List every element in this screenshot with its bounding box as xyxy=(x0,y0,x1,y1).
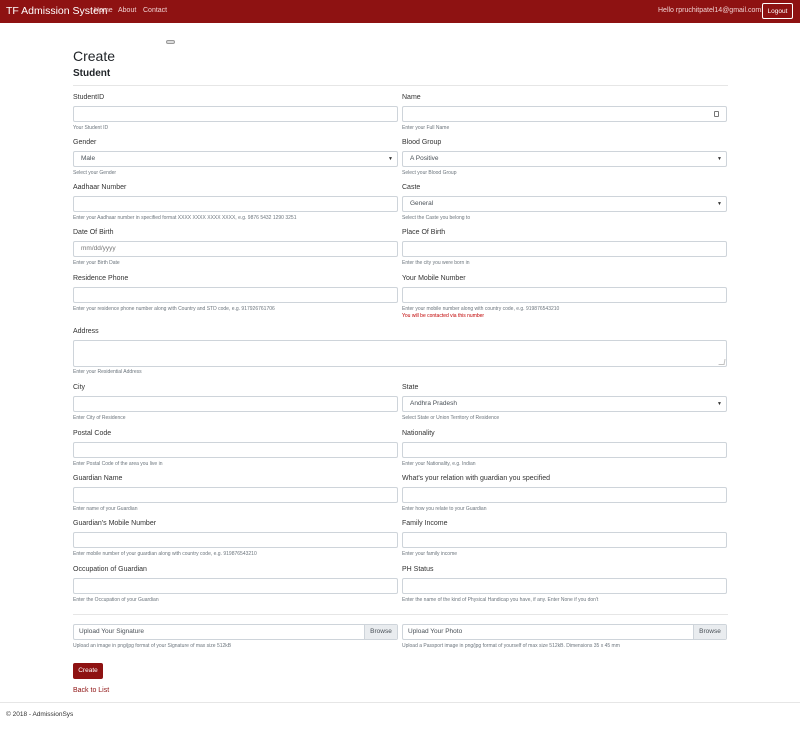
resize-grip-icon[interactable] xyxy=(718,359,726,365)
footer-copyright: © 2018 - AdmissionSys xyxy=(6,711,74,718)
caste-help: Select the Caste you belong to xyxy=(402,215,471,221)
postal-code-input[interactable] xyxy=(73,442,398,458)
guardian-name-label: Guardian Name xyxy=(73,475,123,482)
state-help: Select State or Union Territory of Resid… xyxy=(402,415,500,421)
guardian-mobile-label: Guardian's Mobile Number xyxy=(73,520,157,527)
brand-link[interactable]: TF Admission System xyxy=(6,5,108,17)
caste-selected-value: General xyxy=(410,200,434,207)
city-help: Enter City of Residence xyxy=(73,415,126,421)
guardian-relation-input[interactable] xyxy=(402,487,727,503)
family-income-help: Enter your family income xyxy=(402,551,458,557)
gender-help: Select your Gender xyxy=(73,170,117,176)
photo-upload-help: Upload a Passport image in png/jpg forma… xyxy=(402,643,620,649)
address-help: Enter your Residential Address xyxy=(73,369,142,375)
name-help: Enter your Full Name xyxy=(402,125,450,131)
back-to-list-link[interactable]: Back to List xyxy=(73,687,109,694)
caste-select[interactable]: General ▼ xyxy=(402,196,727,212)
gender-selected-value: Male xyxy=(81,155,96,162)
aadhaar-label: Aadhaar Number xyxy=(73,184,127,191)
residence-phone-help: Enter your residence phone number along … xyxy=(73,306,275,312)
user-greeting-link[interactable]: Hello rpruchitpatel14@gmail.com! xyxy=(658,7,763,14)
page-title: Create xyxy=(73,48,116,64)
chevron-down-icon: ▼ xyxy=(388,156,393,162)
dob-label: Date Of Birth xyxy=(73,229,114,236)
guardian-occupation-input[interactable] xyxy=(73,578,398,594)
mobile-help: Enter your mobile number along with coun… xyxy=(402,306,560,312)
aadhaar-help: Enter your Aadhaar number in specified f… xyxy=(73,215,297,221)
toggle-icon[interactable] xyxy=(166,40,175,44)
postal-code-help: Enter Postal Code of the area you live i… xyxy=(73,461,163,467)
footer-divider xyxy=(0,702,800,703)
family-income-input[interactable] xyxy=(402,532,727,548)
guardian-occupation-help: Enter the Occupation of your Guardian xyxy=(73,597,159,603)
state-selected-value: Andhra Pradesh xyxy=(410,400,457,407)
chevron-down-icon: ▼ xyxy=(717,201,722,207)
ph-status-help: Enter the name of the kind of Physical H… xyxy=(402,597,599,603)
postal-code-label: Postal Code xyxy=(73,430,112,437)
header-divider xyxy=(73,85,728,86)
nav-about-link[interactable]: About xyxy=(118,7,136,14)
contact-card-icon xyxy=(714,111,719,117)
residence-phone-input[interactable] xyxy=(73,287,398,303)
place-of-birth-label: Place Of Birth xyxy=(402,229,446,236)
guardian-mobile-help: Enter mobile number of your guardian alo… xyxy=(73,551,257,557)
name-input[interactable] xyxy=(402,106,727,122)
ph-status-input[interactable] xyxy=(402,578,727,594)
signature-browse-button[interactable]: Browse xyxy=(364,625,397,639)
photo-upload-label: Upload Your Photo xyxy=(408,628,463,635)
guardian-relation-help: Enter how you relate to your Guardian xyxy=(402,506,487,512)
place-of-birth-help: Enter the city you were born in xyxy=(402,260,470,266)
navbar: TF Admission System Home About Contact H… xyxy=(0,0,800,23)
dob-input[interactable]: mm/dd/yyyy xyxy=(73,241,398,257)
family-income-label: Family Income xyxy=(402,520,448,527)
chevron-down-icon: ▼ xyxy=(717,401,722,407)
photo-upload[interactable]: Upload Your Photo Browse xyxy=(402,624,727,640)
guardian-relation-label: What's your relation with guardian you s… xyxy=(402,475,551,482)
residence-phone-label: Residence Phone xyxy=(73,275,129,282)
name-label: Name xyxy=(402,94,421,101)
page-subtitle: Student xyxy=(73,68,111,79)
state-label: State xyxy=(402,384,419,391)
guardian-mobile-input[interactable] xyxy=(73,532,398,548)
place-of-birth-input[interactable] xyxy=(402,241,727,257)
blood-group-label: Blood Group xyxy=(402,139,442,146)
guardian-occupation-label: Occupation of Guardian xyxy=(73,566,147,573)
student-id-label: StudentID xyxy=(73,94,105,101)
blood-group-selected-value: A Positive xyxy=(410,155,439,162)
address-textarea[interactable] xyxy=(73,340,727,367)
dob-help: Enter your Birth Date xyxy=(73,260,120,266)
nationality-input[interactable] xyxy=(402,442,727,458)
aadhaar-input[interactable] xyxy=(73,196,398,212)
caste-label: Caste xyxy=(402,184,421,191)
blood-group-select[interactable]: A Positive ▼ xyxy=(402,151,727,167)
form-divider xyxy=(73,614,728,615)
chevron-down-icon: ▼ xyxy=(717,156,722,162)
signature-upload-label: Upload Your Signature xyxy=(79,628,145,635)
address-label: Address xyxy=(73,328,99,335)
signature-upload[interactable]: Upload Your Signature Browse xyxy=(73,624,398,640)
city-input[interactable] xyxy=(73,396,398,412)
blood-group-help: Select your Blood Group xyxy=(402,170,457,176)
guardian-name-input[interactable] xyxy=(73,487,398,503)
mobile-input[interactable] xyxy=(402,287,727,303)
nav-contact-link[interactable]: Contact xyxy=(143,7,167,14)
create-button[interactable]: Create xyxy=(73,663,103,679)
photo-browse-button[interactable]: Browse xyxy=(693,625,726,639)
mobile-warning: You will be contacted via this number xyxy=(402,313,485,319)
student-id-input[interactable] xyxy=(73,106,398,122)
gender-select[interactable]: Male ▼ xyxy=(73,151,398,167)
nationality-label: Nationality xyxy=(402,430,435,437)
nav-home-link[interactable]: Home xyxy=(94,7,113,14)
city-label: City xyxy=(73,384,86,391)
nationality-help: Enter your Nationality, e.g. Indian xyxy=(402,461,476,467)
state-select[interactable]: Andhra Pradesh ▼ xyxy=(402,396,727,412)
ph-status-label: PH Status xyxy=(402,566,434,573)
gender-label: Gender xyxy=(73,139,97,146)
mobile-label: Your Mobile Number xyxy=(402,275,466,282)
logout-button[interactable]: Logout xyxy=(762,3,793,19)
signature-upload-help: Upload an image in png/jpg format of you… xyxy=(73,643,232,649)
student-id-help: Your Student ID xyxy=(73,125,109,131)
guardian-name-help: Enter name of your Guardian xyxy=(73,506,138,512)
